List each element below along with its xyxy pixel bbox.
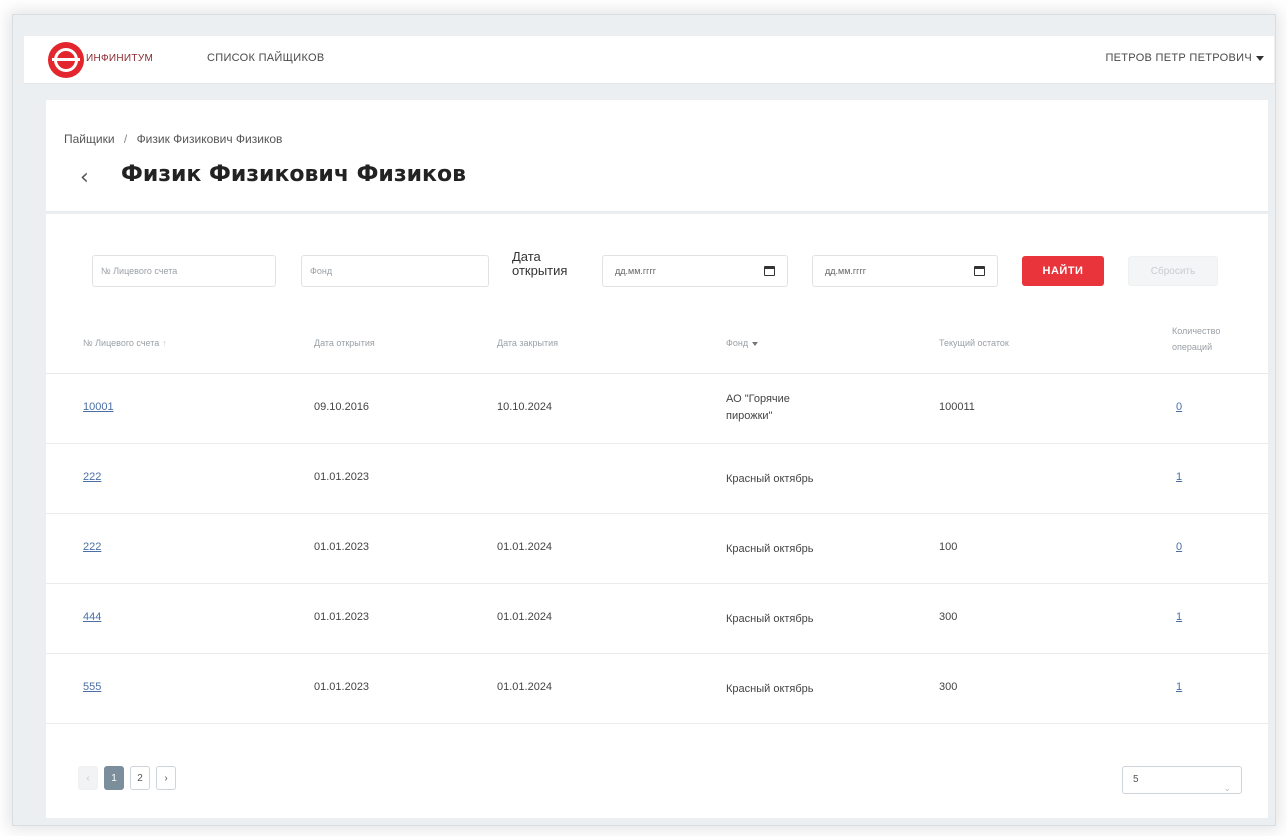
table-header: № Лицевого счета ↑ Дата открытия Дата зак…: [46, 314, 1268, 374]
column-header-open-date[interactable]: Дата открытия: [314, 338, 375, 348]
operations-count-link[interactable]: 1: [1176, 611, 1182, 623]
fund-input[interactable]: [301, 255, 489, 287]
column-header-close-date[interactable]: Дата закрытия: [497, 338, 558, 348]
open-date-cell: 01.01.2023: [314, 471, 370, 483]
page-button-2[interactable]: 2: [130, 766, 150, 790]
balance-cell: 300: [939, 681, 958, 693]
caret-down-icon: [1256, 55, 1264, 61]
operations-count-link[interactable]: 0: [1176, 401, 1182, 413]
operations-count-link[interactable]: 1: [1176, 681, 1182, 693]
fund-cell: Красный октябрь: [726, 613, 814, 625]
page-button-1[interactable]: 1: [104, 766, 124, 790]
nav-link-shareholders[interactable]: СПИСОК ПАЙЩИКОВ: [207, 52, 325, 64]
table-row: 444 01.01.2023 01.01.2024 Красный октябрь 30…: [46, 584, 1268, 654]
column-header-account[interactable]: № Лицевого счета ↑: [83, 338, 167, 348]
fund-cell: Красный октябрь: [726, 473, 814, 485]
page-title: Физик Физикович Физиков: [121, 162, 466, 187]
balance-cell: 300: [939, 611, 958, 623]
page-header: Пайщики / Физик Физикович Физиков ‹ Физи…: [46, 100, 1268, 212]
user-menu[interactable]: ПЕТРОВ ПЕТР ПЕТРОВИЧ: [1105, 52, 1264, 64]
date-to-input[interactable]: дд.мм.гггг: [812, 255, 998, 287]
table-body: 10001 09.10.2016 10.10.2024 АО "Горячие пир…: [46, 374, 1268, 724]
date-to-placeholder: дд.мм.гггг: [825, 266, 867, 276]
calendar-icon[interactable]: [764, 266, 775, 276]
back-arrow-icon[interactable]: ‹: [80, 166, 89, 190]
close-date-cell: 01.01.2024: [497, 611, 553, 623]
account-number-link[interactable]: 555: [83, 681, 101, 693]
table-row: 222 01.01.2023 01.01.2024 Красный октябрь 10…: [46, 514, 1268, 584]
operations-count-link[interactable]: 0: [1176, 541, 1182, 553]
account-number-link[interactable]: 444: [83, 611, 101, 623]
table-row: 10001 09.10.2016 10.10.2024 АО "Горячие пир…: [46, 374, 1268, 444]
column-header-label: № Лицевого счета: [83, 338, 160, 348]
fund-cell: Красный октябрь: [726, 683, 814, 695]
close-date-cell: 01.01.2024: [497, 541, 553, 553]
breadcrumb: Пайщики / Физик Физикович Физиков: [64, 132, 282, 146]
filter-panel: Дата открытия дд.мм.гггг дд.мм.гггг НАЙТ…: [46, 214, 1268, 314]
brand-name[interactable]: ИНФИНИТУМ: [86, 53, 153, 64]
breadcrumb-separator: /: [123, 132, 128, 146]
accounts-table: № Лицевого счета ↑ Дата открытия Дата зак…: [46, 314, 1268, 724]
close-date-cell: 01.01.2024: [497, 681, 553, 693]
sort-arrow-icon: ↑: [162, 338, 167, 348]
operations-count-link[interactable]: 1: [1176, 471, 1182, 483]
column-header-label: Фонд: [726, 338, 749, 348]
account-number-link[interactable]: 10001: [83, 401, 114, 413]
open-date-cell: 09.10.2016: [314, 401, 370, 413]
breadcrumb-current: Физик Физикович Физиков: [136, 132, 283, 146]
user-name: ПЕТРОВ ПЕТР ПЕТРОВИЧ: [1105, 52, 1252, 64]
open-date-cell: 01.01.2023: [314, 541, 370, 553]
main-content: Дата открытия дд.мм.гггг дд.мм.гггг НАЙТ…: [46, 214, 1268, 818]
breadcrumb-parent-link[interactable]: Пайщики: [64, 132, 115, 146]
fund-cell: Красный октябрь: [726, 543, 814, 555]
top-navbar: ИНФИНИТУМ СПИСОК ПАЙЩИКОВ ПЕТРОВ ПЕТР ПЕ…: [24, 36, 1274, 84]
reset-button[interactable]: Сбросить: [1128, 256, 1218, 286]
calendar-icon[interactable]: [974, 266, 985, 276]
open-date-label: Дата открытия: [512, 249, 568, 278]
column-header-fund[interactable]: Фонд: [726, 338, 759, 348]
next-page-button[interactable]: ›: [156, 766, 176, 790]
account-number-link[interactable]: 222: [83, 541, 101, 553]
account-number-input[interactable]: [92, 255, 276, 287]
brand-logo-icon[interactable]: [48, 42, 84, 78]
table-row: 222 01.01.2023 Красный октябрь 1: [46, 444, 1268, 514]
close-date-cell: 10.10.2024: [497, 401, 553, 413]
table-row: 555 01.01.2023 01.01.2024 Красный октябрь 30…: [46, 654, 1268, 724]
open-date-cell: 01.01.2023: [314, 611, 370, 623]
open-date-cell: 01.01.2023: [314, 681, 370, 693]
date-from-placeholder: дд.мм.гггг: [615, 266, 657, 276]
balance-cell: 100011: [939, 401, 975, 413]
find-button[interactable]: НАЙТИ: [1022, 256, 1104, 286]
date-from-input[interactable]: дд.мм.гггг: [602, 255, 788, 287]
page-size-value: 5: [1133, 774, 1139, 785]
chevron-down-icon: ⌄: [1223, 783, 1231, 793]
page-size-select[interactable]: 5 ⌄: [1122, 766, 1242, 794]
pagination: ‹ 1 2 ›: [78, 766, 176, 790]
fund-cell: АО "Горячие пирожки": [726, 393, 790, 422]
column-header-balance[interactable]: Текущий остаток: [939, 338, 1009, 348]
prev-page-button[interactable]: ‹: [78, 766, 98, 790]
column-header-operations[interactable]: Количество операций: [1172, 323, 1252, 355]
balance-cell: 100: [939, 541, 958, 553]
filter-caret-icon: [752, 341, 759, 346]
account-number-link[interactable]: 222: [83, 471, 101, 483]
